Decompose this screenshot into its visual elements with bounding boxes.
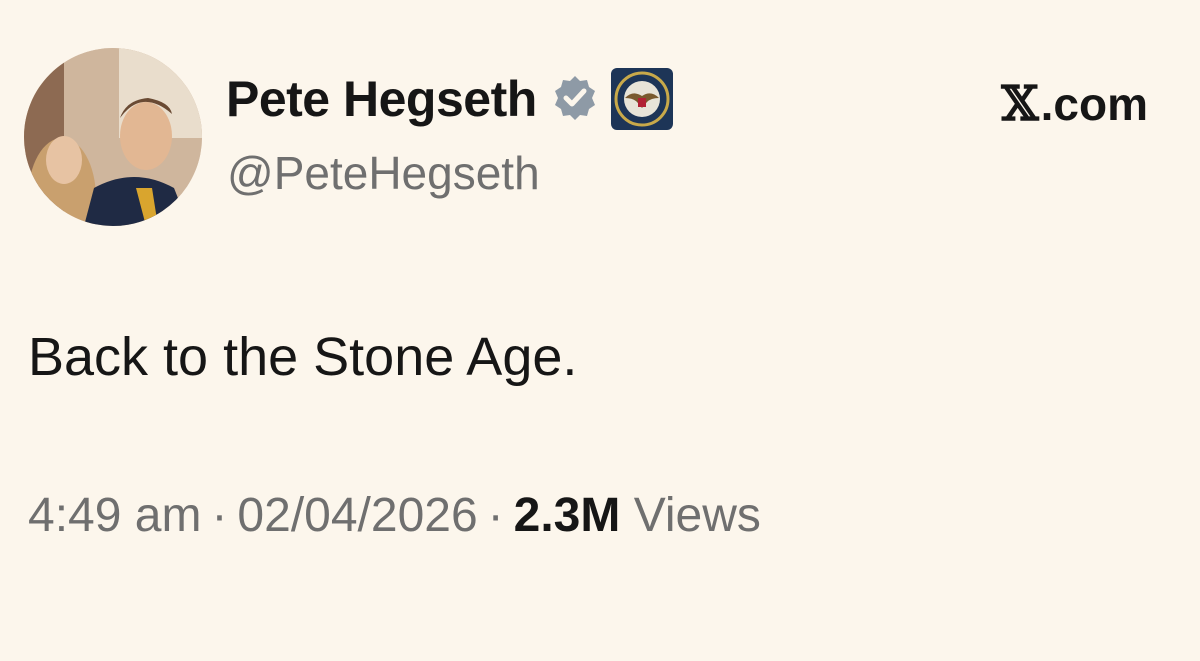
author-name-row: Pete Hegseth [226, 64, 673, 134]
author-handle[interactable]: @PeteHegseth [227, 146, 540, 200]
display-name[interactable]: Pete Hegseth [226, 70, 537, 128]
verified-badge-icon[interactable] [549, 73, 601, 125]
source-label[interactable]: 𝕏 .com [1001, 76, 1148, 132]
tweet-time[interactable]: 4:49 am [28, 489, 201, 542]
department-seal-icon[interactable] [610, 68, 673, 130]
tweet-date[interactable]: 02/04/2026 [237, 489, 477, 542]
meta-separator: · [487, 489, 504, 542]
tweet-meta: 4:49 am · 02/04/2026 · 2.3M Views [28, 488, 761, 543]
views-count[interactable]: 2.3M [514, 489, 621, 542]
profile-photo [24, 48, 202, 226]
meta-separator: · [211, 489, 228, 542]
source-domain: .com [1040, 78, 1148, 130]
avatar[interactable] [24, 48, 202, 226]
tweet-text: Back to the Stone Age. [28, 327, 578, 387]
views-label: Views [633, 489, 761, 542]
x-logo-icon: 𝕏 [1001, 76, 1039, 132]
